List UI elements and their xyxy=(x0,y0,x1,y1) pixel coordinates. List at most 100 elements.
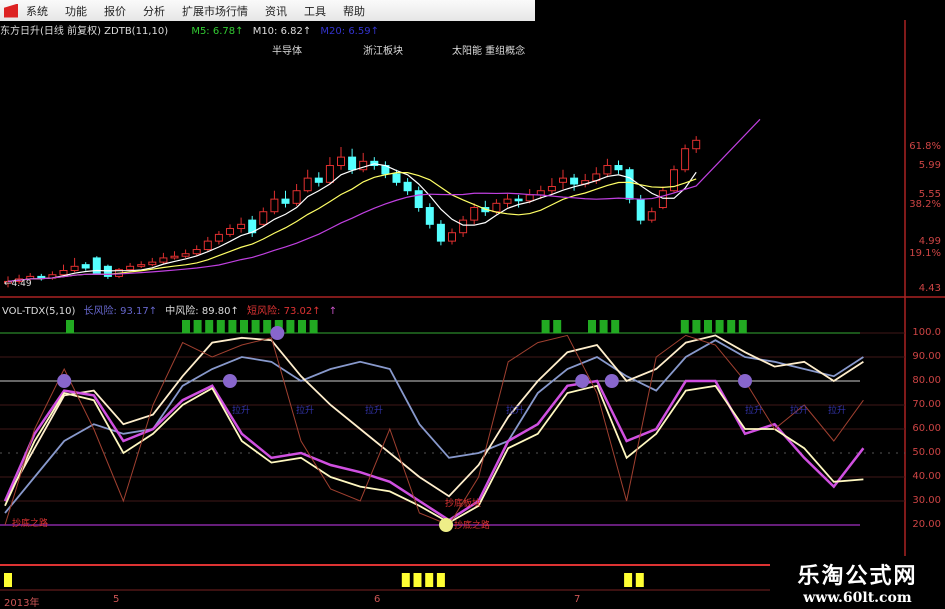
price-axis-label: 4.43 xyxy=(918,283,941,294)
candle-body xyxy=(303,177,312,192)
candle-body xyxy=(392,173,401,183)
mid-risk-value: 中风险: 89.80↑ xyxy=(165,306,239,317)
candle-body xyxy=(681,148,690,171)
candle-body xyxy=(192,249,201,255)
green-signal-bar xyxy=(553,320,562,333)
candle-body xyxy=(203,240,212,251)
frown-icon xyxy=(57,374,72,388)
candle-body xyxy=(37,275,46,279)
ma10-line xyxy=(7,172,697,283)
candle-body xyxy=(603,165,612,175)
candle-body xyxy=(126,265,135,271)
candle-body xyxy=(403,181,412,192)
frown-icon xyxy=(575,374,590,388)
date-label: 2013年 xyxy=(4,598,40,609)
blue-label: 拉升 xyxy=(828,406,847,416)
blue-label: 拉升 xyxy=(296,406,315,416)
candle-body xyxy=(337,156,345,167)
candle-body xyxy=(647,211,656,221)
date-label: 6 xyxy=(374,594,381,605)
indicator-axis-label: 50.00 xyxy=(912,447,941,458)
short-risk-value: 短风险: 73.02↑ xyxy=(247,306,321,317)
signal-label: 抄底之路 xyxy=(12,519,49,529)
green-signal-bar xyxy=(599,320,608,333)
green-signal-bar xyxy=(588,320,596,333)
green-signal-bar xyxy=(228,320,237,333)
yellow-signal-bar xyxy=(624,573,633,587)
indicator-axis-label: 30.00 xyxy=(912,495,941,506)
candle-body xyxy=(525,194,534,202)
green-signal-bar xyxy=(286,320,295,333)
green-signal-bar xyxy=(692,320,701,333)
indicator-line-fast xyxy=(4,334,864,526)
blue-label: 拉升 xyxy=(790,406,809,416)
date-label: 7 xyxy=(574,594,581,605)
blue-label: 拉升 xyxy=(365,406,384,416)
candle-body xyxy=(570,177,579,185)
frown-icon xyxy=(738,374,752,388)
green-signal-bar xyxy=(541,320,550,333)
indicator-header: VOL-TDX(5,10) 长风险: 93.17↑ 中风险: 89.80↑ 短风… xyxy=(2,302,342,317)
price-axis-label: 61.8% xyxy=(909,141,941,152)
candle-body xyxy=(559,177,567,183)
smiley-icon xyxy=(439,518,454,532)
candle-body xyxy=(325,165,334,183)
green-signal-bar xyxy=(727,320,736,333)
candle-body xyxy=(614,165,623,171)
green-signal-bar xyxy=(216,320,225,333)
frown-icon xyxy=(270,326,285,340)
signal-label: 抄底之路 xyxy=(454,521,491,531)
indicator-axis-label: 40.00 xyxy=(912,471,941,482)
green-signal-bar xyxy=(298,320,306,333)
yellow-signal-bar xyxy=(436,573,445,587)
green-signal-bar xyxy=(251,320,260,333)
candle-body xyxy=(70,265,79,272)
blue-label: 拉升 xyxy=(506,406,525,416)
green-signal-bar xyxy=(715,320,724,333)
candle-body xyxy=(459,219,468,234)
candle-body xyxy=(470,207,479,221)
candle-body xyxy=(636,198,645,221)
yellow-signal-bar xyxy=(425,573,434,587)
indicator-name: VOL-TDX(5,10) xyxy=(2,306,76,317)
candle-body xyxy=(270,198,279,213)
candle-body xyxy=(292,190,301,204)
indicator-axis-label: 20.00 xyxy=(912,519,941,530)
ma20-line xyxy=(7,118,761,283)
green-signal-bar xyxy=(611,320,620,333)
candle-body xyxy=(514,198,523,202)
candle-body xyxy=(692,139,701,150)
candle-body xyxy=(503,198,512,204)
candle-body xyxy=(547,186,556,192)
candle-body xyxy=(81,264,90,269)
indicator-line-mid xyxy=(4,334,864,502)
indicator-axis-label: 60.00 xyxy=(912,423,941,434)
price-axis-label: 5.99 xyxy=(918,160,941,171)
ma5-line xyxy=(7,163,697,283)
price-axis-label: 38.2% xyxy=(909,199,941,210)
green-signal-bar xyxy=(240,320,248,333)
indicator-axis-label: 90.00 xyxy=(912,351,941,362)
date-label: 5 xyxy=(113,594,120,605)
yellow-signal-bar xyxy=(413,573,422,587)
green-signal-bar xyxy=(66,320,74,333)
candle-body xyxy=(259,211,268,225)
low-price-marker: ←4.49 xyxy=(4,279,32,289)
candle-body xyxy=(425,207,434,225)
green-signal-bar xyxy=(704,320,712,333)
price-axis-label: 4.99 xyxy=(918,236,941,247)
candle-body xyxy=(159,257,168,263)
indicator-axis-label: 100.0 xyxy=(912,327,941,338)
indicator-line-short xyxy=(3,379,865,522)
watermark-url: www.60lt.com xyxy=(803,590,912,606)
long-risk-value: 长风险: 93.17↑ xyxy=(83,306,158,317)
indicator-axis-label: 80.00 xyxy=(912,375,941,386)
candle-body xyxy=(536,190,545,196)
blue-label: 拉升 xyxy=(232,406,251,416)
indicator-axis-label: 70.00 xyxy=(912,399,941,410)
green-signal-bar xyxy=(309,320,318,333)
candle-body xyxy=(170,255,179,259)
candle-body xyxy=(348,156,357,171)
blue-label: 拉升 xyxy=(745,406,764,416)
green-signal-bar xyxy=(263,320,272,333)
